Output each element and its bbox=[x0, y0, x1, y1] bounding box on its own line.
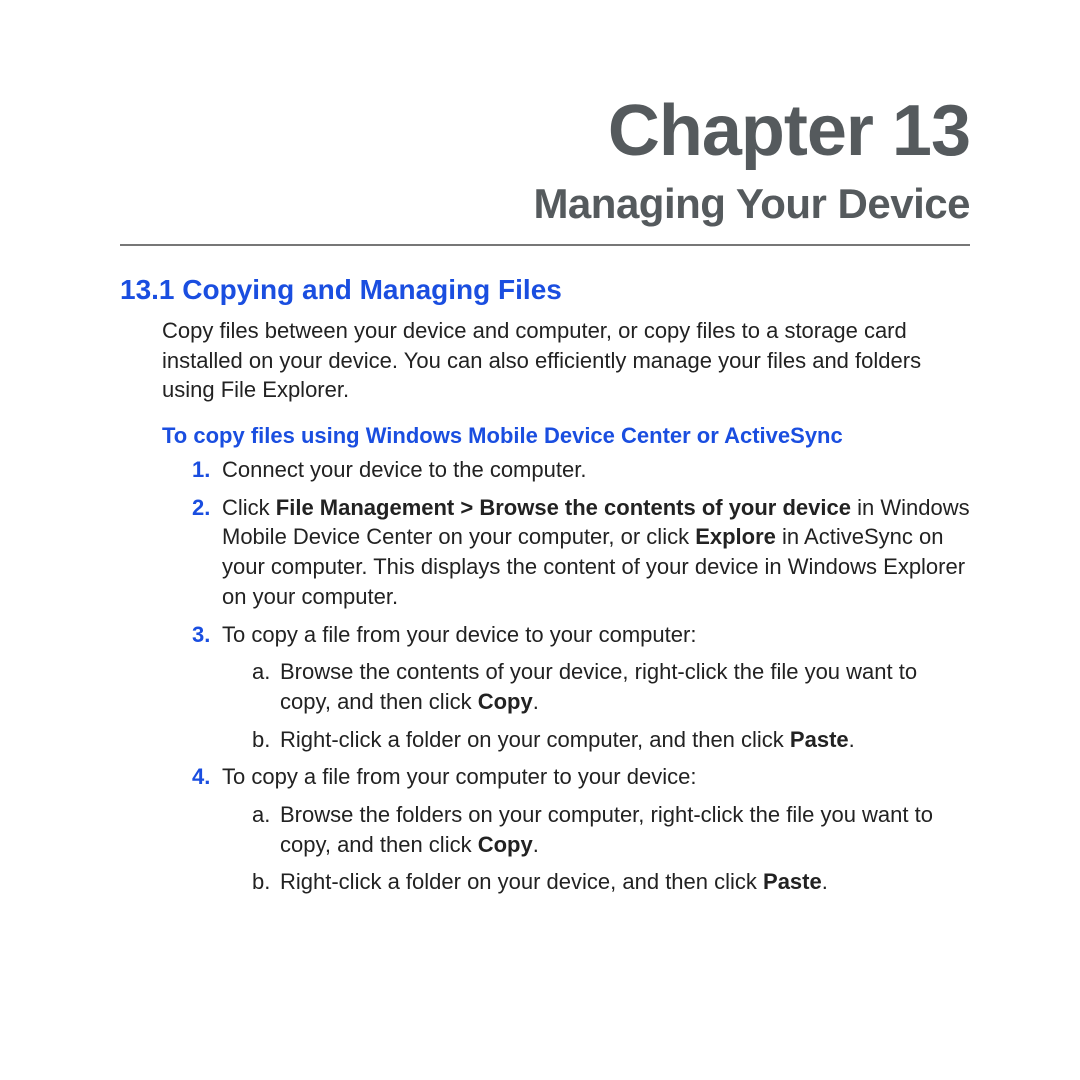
substep-text: Right-click a folder on your device, and… bbox=[280, 869, 763, 894]
step-item: To copy a file from your device to your … bbox=[192, 620, 970, 755]
section-intro: Copy files between your device and compu… bbox=[162, 316, 970, 405]
step-item: Connect your device to the computer. bbox=[192, 455, 970, 485]
subsection-heading: To copy files using Windows Mobile Devic… bbox=[162, 423, 970, 449]
substeps-list: Browse the contents of your device, righ… bbox=[252, 657, 970, 754]
step-text-bold: File Management > Browse the contents of… bbox=[276, 495, 851, 520]
substep-item: Browse the contents of your device, righ… bbox=[252, 657, 970, 716]
chapter-title: Managing Your Device bbox=[120, 180, 970, 228]
substep-text: Right-click a folder on your computer, a… bbox=[280, 727, 790, 752]
step-item: Click File Management > Browse the conte… bbox=[192, 493, 970, 612]
substep-item: Right-click a folder on your computer, a… bbox=[252, 725, 970, 755]
substeps-list: Browse the folders on your computer, rig… bbox=[252, 800, 970, 897]
step-text: To copy a file from your device to your … bbox=[222, 622, 696, 647]
document-page: Chapter 13 Managing Your Device 13.1 Cop… bbox=[0, 0, 1080, 965]
substep-text-bold: Paste bbox=[763, 869, 822, 894]
chapter-number: Chapter 13 bbox=[120, 90, 970, 172]
step-text: Click bbox=[222, 495, 276, 520]
substep-text-bold: Copy bbox=[478, 689, 533, 714]
step-text: To copy a file from your computer to you… bbox=[222, 764, 696, 789]
substep-text: Browse the folders on your computer, rig… bbox=[280, 802, 933, 857]
substep-text: . bbox=[533, 832, 539, 857]
step-text: Connect your device to the computer. bbox=[222, 457, 586, 482]
substep-text: . bbox=[822, 869, 828, 894]
substep-text-bold: Copy bbox=[478, 832, 533, 857]
step-text-bold: Explore bbox=[695, 524, 776, 549]
substep-item: Browse the folders on your computer, rig… bbox=[252, 800, 970, 859]
steps-list: Connect your device to the computer. Cli… bbox=[192, 455, 970, 897]
step-item: To copy a file from your computer to you… bbox=[192, 762, 970, 897]
substep-text: . bbox=[533, 689, 539, 714]
substep-text: Browse the contents of your device, righ… bbox=[280, 659, 917, 714]
divider bbox=[120, 244, 970, 246]
substep-text: . bbox=[849, 727, 855, 752]
substep-text-bold: Paste bbox=[790, 727, 849, 752]
substep-item: Right-click a folder on your device, and… bbox=[252, 867, 970, 897]
section-heading: 13.1 Copying and Managing Files bbox=[120, 274, 970, 306]
